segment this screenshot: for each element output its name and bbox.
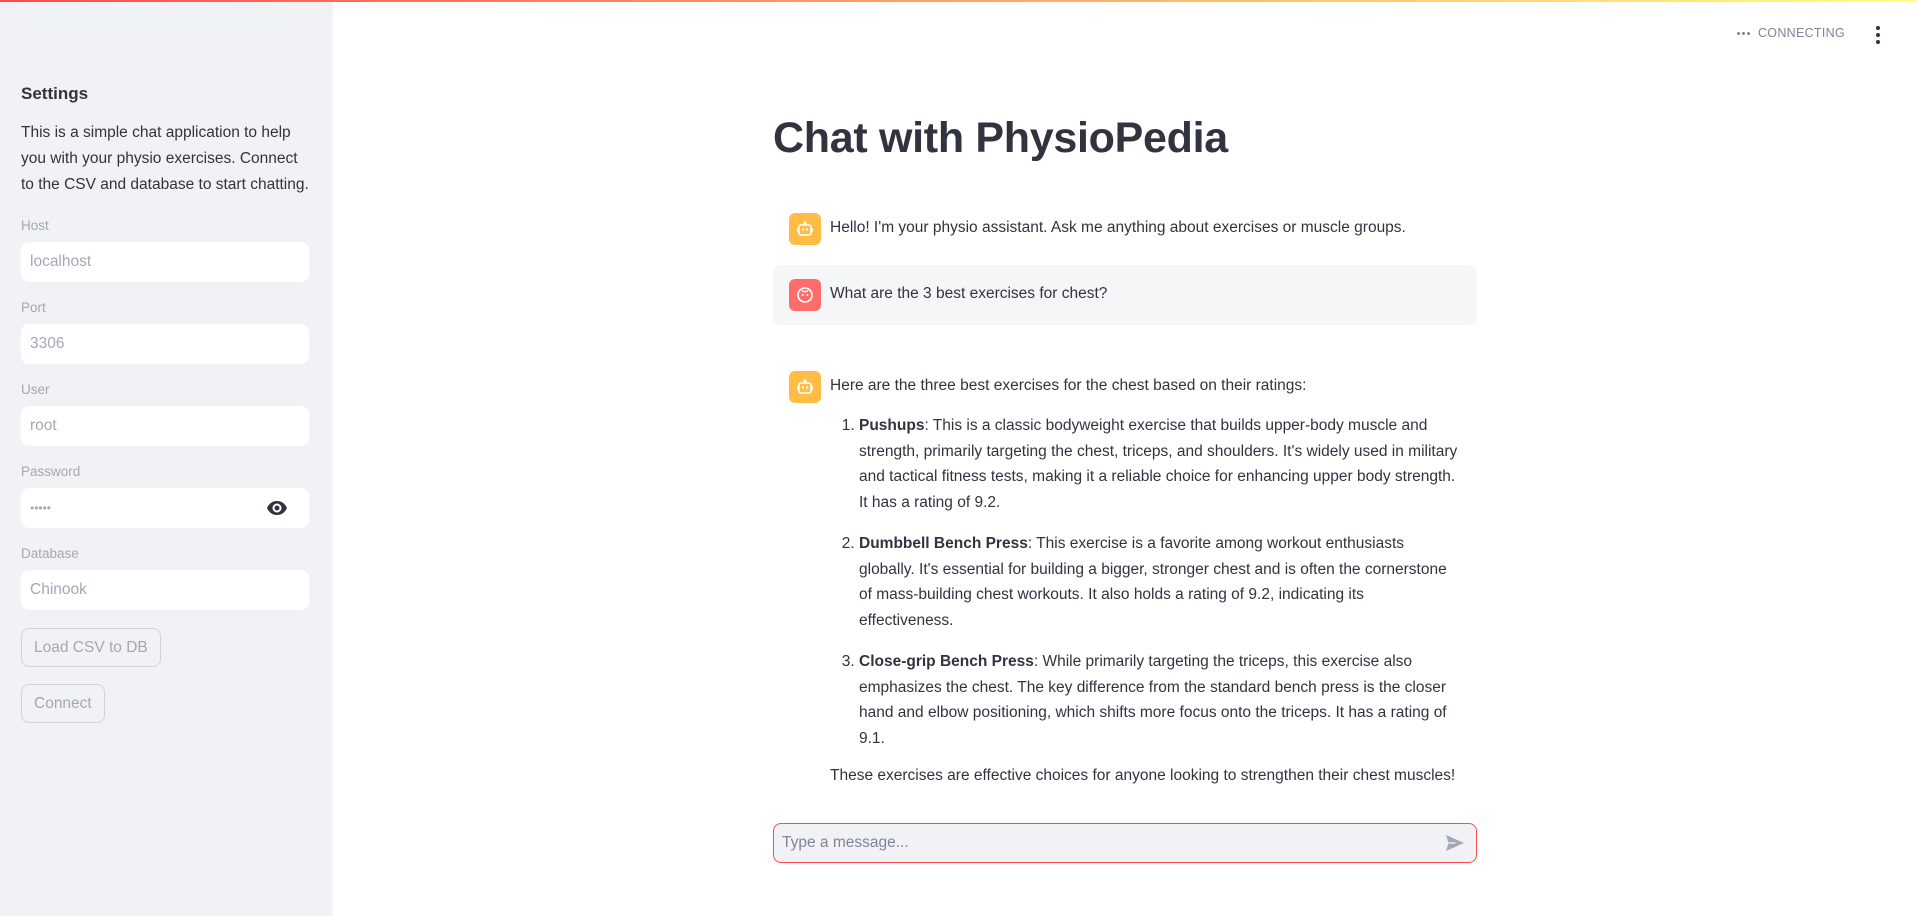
password-input[interactable]	[21, 488, 309, 528]
answer-closing: These exercises are effective choices fo…	[830, 767, 1456, 784]
load-csv-row: Load CSV to DB	[21, 628, 312, 684]
database-input[interactable]	[21, 570, 309, 610]
bot-avatar-icon	[789, 371, 821, 403]
host-field: Host	[21, 218, 312, 282]
connection-status: CONNECTING	[1736, 26, 1845, 40]
user-label: User	[21, 382, 50, 397]
exercise-description: : This is a classic bodyweight exercise …	[859, 417, 1458, 511]
connect-row: Connect	[21, 684, 312, 740]
chat-input[interactable]	[774, 824, 1444, 862]
password-field: Password	[21, 464, 312, 528]
dots-icon	[1736, 31, 1750, 35]
exercise-list: Pushups: This is a classic bodyweight ex…	[830, 413, 1461, 751]
exercise-name: Close-grip Bench Press	[859, 653, 1034, 670]
bot-avatar-icon	[789, 213, 821, 245]
user-input-wrap	[21, 406, 309, 446]
port-input-wrap	[21, 324, 309, 364]
chat-input-container	[773, 823, 1477, 863]
port-input[interactable]	[21, 324, 309, 364]
top-decoration-bar	[0, 0, 1917, 2]
user-field: User	[21, 382, 312, 446]
status-text: CONNECTING	[1757, 26, 1845, 40]
message-text: What are the 3 best exercises for chest?	[830, 285, 1108, 302]
port-label: Port	[21, 300, 46, 315]
chat-message-user: What are the 3 best exercises for chest?	[773, 265, 1477, 325]
eye-icon[interactable]	[267, 499, 287, 517]
chat-message-assistant: Hello! I'm your physio assistant. Ask me…	[773, 199, 1477, 259]
load-csv-button[interactable]: Load CSV to DB	[21, 628, 161, 667]
sidebar-description: This is a simple chat application to hel…	[21, 124, 309, 193]
message-text: Hello! I'm your physio assistant. Ask me…	[830, 219, 1406, 236]
database-input-wrap	[21, 570, 309, 610]
menu-icon[interactable]	[1873, 26, 1883, 44]
list-item: Dumbbell Bench Press: This exercise is a…	[859, 531, 1461, 633]
exercise-name: Pushups	[859, 417, 925, 434]
message-body: Here are the three best exercises for th…	[830, 371, 1461, 789]
host-label: Host	[21, 218, 49, 233]
password-input-wrap	[21, 488, 309, 528]
exercise-name: Dumbbell Bench Press	[859, 535, 1028, 552]
host-input[interactable]	[21, 242, 309, 282]
sidebar: Settings This is a simple chat applicati…	[0, 0, 333, 916]
user-avatar-icon	[789, 279, 821, 311]
sidebar-title: Settings	[21, 84, 89, 103]
port-field: Port	[21, 300, 312, 364]
list-item: Close-grip Bench Press: While primarily …	[859, 649, 1461, 751]
host-input-wrap	[21, 242, 309, 282]
connect-button[interactable]: Connect	[21, 684, 105, 723]
chat-message-assistant-answer: Here are the three best exercises for th…	[773, 357, 1477, 803]
database-field: Database	[21, 546, 312, 610]
database-label: Database	[21, 546, 79, 561]
password-label: Password	[21, 464, 81, 479]
send-icon[interactable]	[1444, 832, 1466, 854]
user-input[interactable]	[21, 406, 309, 446]
answer-intro: Here are the three best exercises for th…	[830, 377, 1307, 394]
page-title: Chat with PhysioPedia	[773, 114, 1228, 162]
list-item: Pushups: This is a classic bodyweight ex…	[859, 413, 1461, 515]
